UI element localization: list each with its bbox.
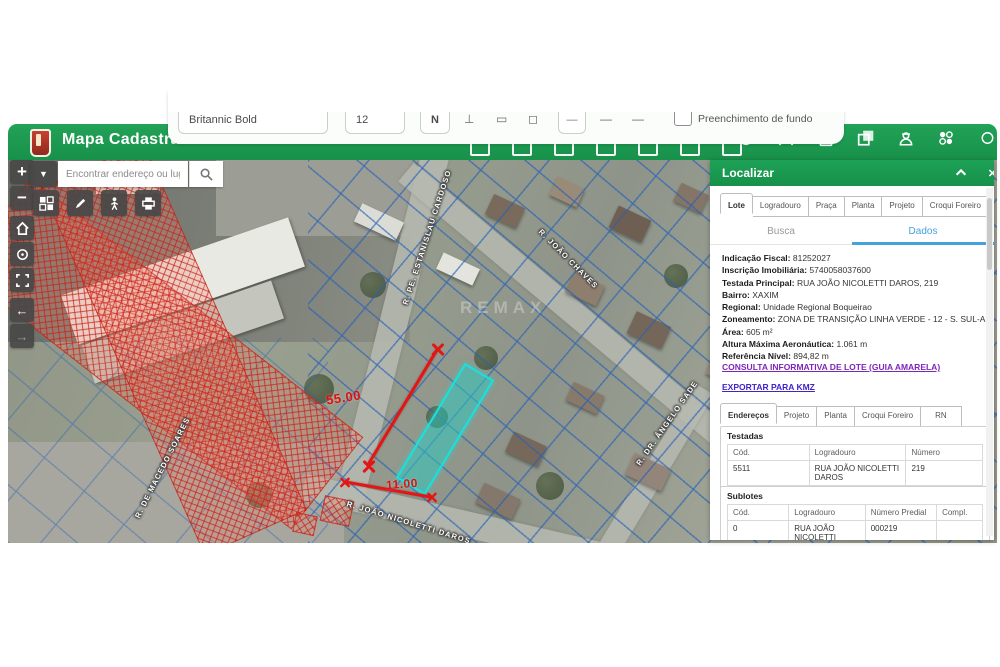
basemap-button[interactable] <box>33 190 59 216</box>
field-row: Regional: Unidade Regional Boqueirao <box>722 301 986 313</box>
detail-tab-strip: Endereços Projeto Planta Croqui Foreiro … <box>720 406 962 427</box>
sublotes-title: Sublotes <box>727 491 983 501</box>
street-view-person-icon <box>107 196 122 211</box>
watermark: REMAX <box>460 298 546 318</box>
field-row: Indicação Fiscal: 81252027 <box>722 252 986 264</box>
tab-croqui-foreiro[interactable]: Croqui Foreiro <box>923 196 989 217</box>
restriction-zone-hatch-small <box>292 512 318 536</box>
detail-tab-enderecos[interactable]: Endereços <box>720 403 777 424</box>
layers-icon[interactable] <box>857 129 875 147</box>
table-row[interactable]: 5511 RUA JOÃO NICOLETTI DAROS 219 <box>728 461 983 486</box>
active-subtab-underline <box>852 242 994 245</box>
dimension-endpoint-x <box>426 491 439 504</box>
detail-tab-rn[interactable]: RN <box>921 406 962 427</box>
guia-amarela-link[interactable]: CONSULTA INFORMATIVA DE LOTE (GUIA AMARE… <box>722 362 940 372</box>
tab-logradouro[interactable]: Logradouro <box>753 196 809 217</box>
app-title: Mapa Cadastral <box>62 131 184 149</box>
palette-icon[interactable] <box>937 129 955 147</box>
sublotes-group: Sublotes Cód. Logradouro Número Predial … <box>720 486 990 540</box>
tab-projeto[interactable]: Projeto <box>882 196 922 217</box>
dimension-endpoint-x <box>361 458 377 474</box>
subtab-strip: Busca Dados <box>710 222 994 245</box>
testadas-table: Cód. Logradouro Número 5511 RUA JOÃO NIC… <box>727 444 983 486</box>
subtab-dados[interactable]: Dados <box>852 226 994 237</box>
localizar-panel: Localizar ✕ Lote Logradouro Praça Planta… <box>710 160 994 540</box>
dimension-endpoint-x <box>430 341 446 357</box>
screen: REMAX 55.00 11.00 R. PE. ESTANISLAU CARD… <box>0 0 1000 667</box>
detail-tab-planta[interactable]: Planta <box>817 406 855 427</box>
surveyor-hat-icon[interactable] <box>897 129 915 147</box>
panel-scrollbar[interactable] <box>986 188 993 536</box>
testadas-group: Testadas Cód. Logradouro Número 5511 RUA… <box>720 426 990 491</box>
city-crest-logo <box>30 129 51 157</box>
search-dropdown-button[interactable]: ▼ <box>30 161 57 187</box>
dimension-endpoint-x <box>339 476 352 489</box>
draw-button[interactable] <box>67 190 93 216</box>
tab-lote[interactable]: Lote <box>720 193 753 214</box>
locate-button[interactable] <box>10 242 34 266</box>
panel-tab-strip: Lote Logradouro Praça Planta Projeto Cro… <box>720 196 989 217</box>
street-view-button[interactable] <box>101 190 127 216</box>
print-button[interactable] <box>135 190 161 216</box>
field-row: Testada Principal: RUA JOÃO NICOLETTI DA… <box>722 277 986 289</box>
detail-tab-projeto[interactable]: Projeto <box>777 406 817 427</box>
collapse-chevron-icon[interactable] <box>954 166 968 182</box>
field-row: Inscrição Imobiliária: 5740058037600 <box>722 264 986 276</box>
field-row: Altura Máxima Aeronáutica: 1.061 m <box>722 338 986 350</box>
panel-header[interactable]: Localizar ✕ <box>710 160 994 186</box>
dimension-label-11: 11.00 <box>386 476 419 492</box>
overlap-cover <box>168 80 868 112</box>
forward-button[interactable]: → <box>10 324 34 348</box>
home-button[interactable] <box>10 216 34 240</box>
field-row: Zoneamento: ZONA DE TRANSIÇÃO LINHA VERD… <box>722 313 986 325</box>
tab-praca[interactable]: Praça <box>809 196 845 217</box>
table-header-row: Cód. Logradouro Número <box>728 445 983 461</box>
subtab-busca[interactable]: Busca <box>710 226 852 237</box>
detail-tab-croqui-foreiro[interactable]: Croqui Foreiro <box>855 406 921 427</box>
back-button[interactable]: ← <box>10 298 34 322</box>
zoom-out-button[interactable]: − <box>10 186 34 210</box>
basemap-icon <box>39 196 54 211</box>
field-row: Referência Nível: 894,82 m <box>722 350 986 362</box>
tab-planta[interactable]: Planta <box>845 196 883 217</box>
globe-icon-partial[interactable] <box>977 129 991 147</box>
field-row: Bairro: XAXIM <box>722 289 986 301</box>
pencil-icon <box>73 196 88 211</box>
search-button[interactable] <box>189 161 223 187</box>
search-icon <box>199 167 214 182</box>
sublotes-table: Cód. Logradouro Número Predial Compl. 0 … <box>727 504 983 540</box>
testadas-title: Testadas <box>727 431 983 441</box>
search-input[interactable] <box>58 161 188 187</box>
table-row[interactable]: 0 RUA JOÃO NICOLETTI 000219 <box>728 521 983 541</box>
printer-icon <box>141 196 156 211</box>
lot-data-fields: Indicação Fiscal: 81252027 Inscrição Imo… <box>722 252 986 363</box>
full-extent-button[interactable] <box>10 268 34 292</box>
scrollbar-thumb[interactable] <box>987 198 992 270</box>
field-row: Área: 605 m² <box>722 326 986 338</box>
close-icon-partial[interactable]: ✕ <box>988 167 994 180</box>
export-kmz-link[interactable]: EXPORTAR PARA KMZ <box>722 382 815 392</box>
panel-title: Localizar <box>722 166 774 180</box>
table-header-row: Cód. Logradouro Número Predial Compl. <box>728 505 983 521</box>
